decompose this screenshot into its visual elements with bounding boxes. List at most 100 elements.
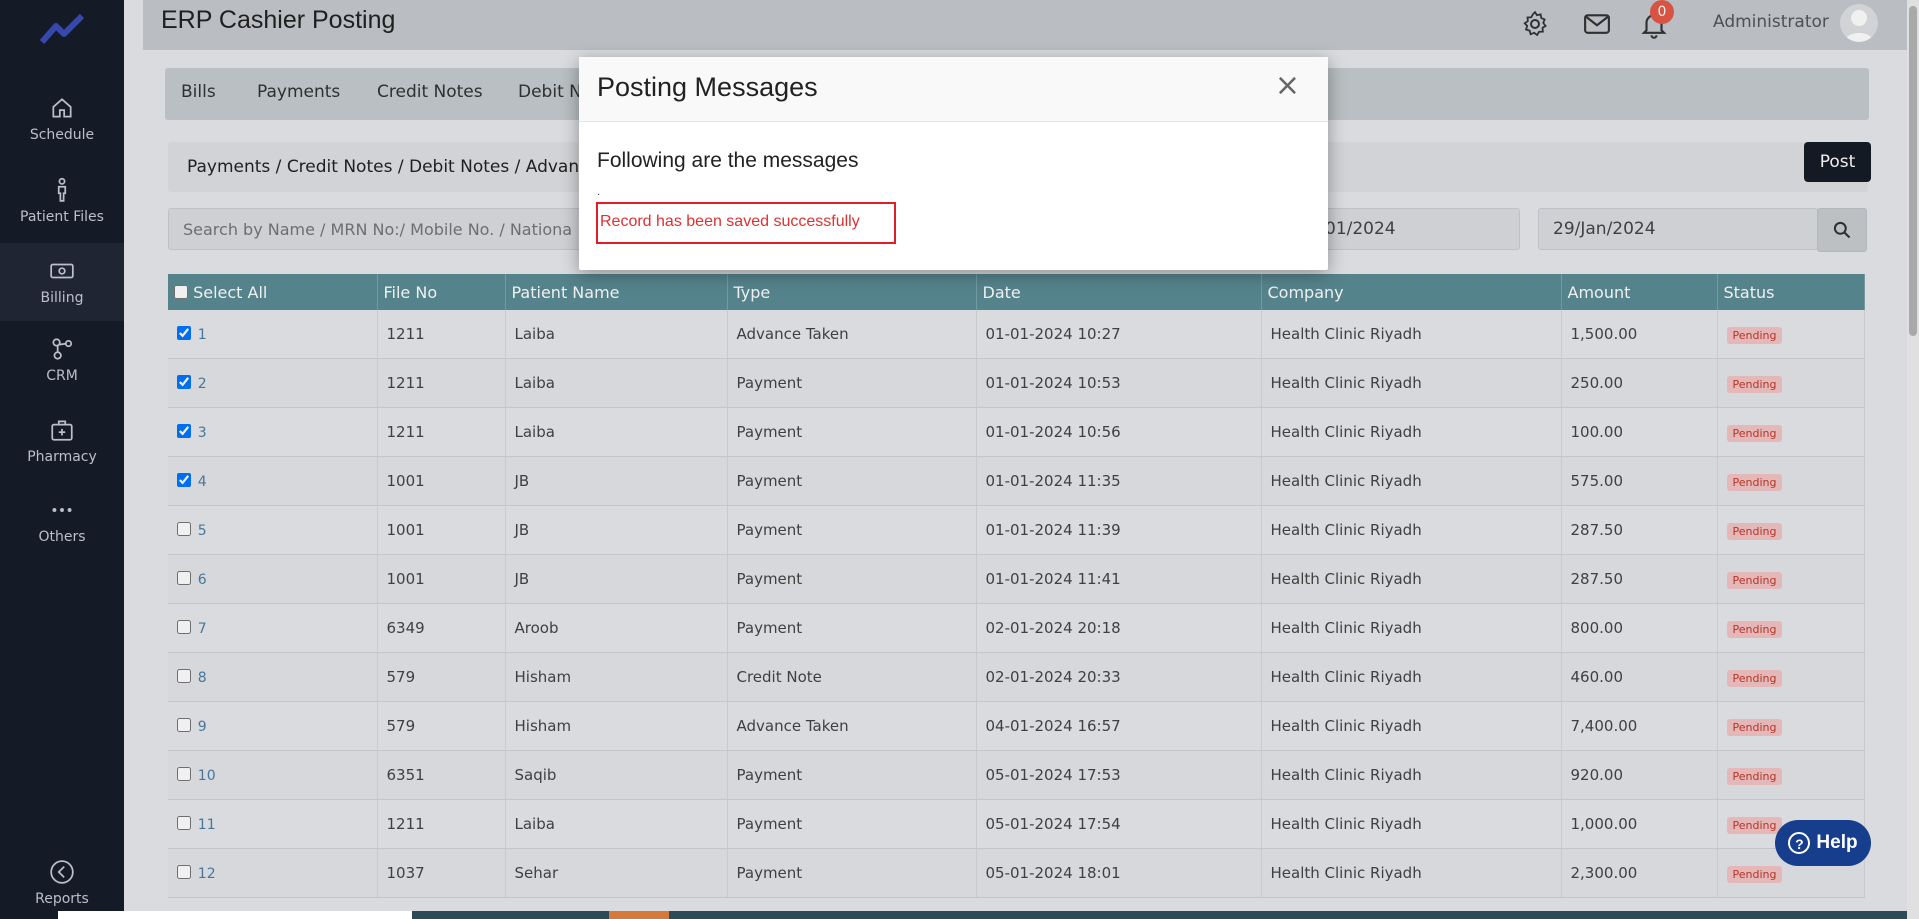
close-icon[interactable]: × (1275, 71, 1300, 101)
table-row[interactable]: 1 1211 Laiba Advance Taken 01-01-2024 10:27 H… (168, 310, 1865, 359)
cell-status: Pending (1717, 701, 1865, 751)
row-number-link[interactable]: 2 (198, 376, 207, 392)
tab-debit-notes[interactable]: Debit N (518, 82, 582, 102)
cell-company: Health Clinic Riyadh (1261, 310, 1562, 359)
table-row[interactable]: 12 1037 Sehar Payment 05-01-2024 18:01 Health… (168, 848, 1865, 898)
page-scrollbar[interactable] (1907, 0, 1919, 919)
header-status[interactable]: Status (1717, 274, 1865, 310)
notification-badge: 0 (1650, 0, 1674, 24)
cell-company: Health Clinic Riyadh (1261, 701, 1562, 751)
date-to-input[interactable] (1538, 208, 1818, 250)
row-checkbox[interactable] (177, 620, 191, 634)
success-message: Record has been saved successfully (596, 202, 896, 244)
cell-type: Payment (727, 603, 977, 653)
sidebar: Schedule Patient Files Billing CRM Pharm… (0, 0, 124, 919)
cell-amount: 1,000.00 (1561, 799, 1718, 849)
table-row[interactable]: 5 1001 JB Payment 01-01-2024 11:39 Health Cli… (168, 505, 1865, 555)
header-patient-name[interactable]: Patient Name (505, 274, 728, 310)
row-select-cell: 3 (168, 407, 378, 457)
logo-icon[interactable] (38, 12, 86, 48)
row-checkbox[interactable] (177, 767, 191, 781)
search-input[interactable] (168, 208, 588, 250)
row-checkbox[interactable] (177, 669, 191, 683)
username-label[interactable]: Administrator (1713, 12, 1829, 32)
sidebar-item-others[interactable]: Others (0, 482, 124, 560)
row-number-link[interactable]: 6 (198, 572, 207, 588)
row-number-link[interactable]: 11 (198, 817, 216, 833)
row-number-link[interactable]: 4 (198, 474, 207, 490)
row-select-cell: 12 (168, 848, 378, 898)
header-amount[interactable]: Amount (1561, 274, 1718, 310)
table-row[interactable]: 2 1211 Laiba Payment 01-01-2024 10:53 Health … (168, 358, 1865, 408)
gear-icon[interactable] (1520, 9, 1550, 39)
cell-file-no: 1211 (377, 799, 506, 849)
date-from-input[interactable] (1310, 208, 1520, 250)
row-checkbox[interactable] (177, 473, 191, 487)
mail-icon[interactable] (1582, 9, 1612, 39)
row-number-link[interactable]: 1 (198, 327, 207, 343)
table-row[interactable]: 7 6349 Aroob Payment 02-01-2024 20:18 Health … (168, 603, 1865, 653)
table-row[interactable]: 6 1001 JB Payment 01-01-2024 11:41 Health Cli… (168, 554, 1865, 604)
table-row[interactable]: 9 579 Hisham Advance Taken 04-01-2024 16:57 H… (168, 701, 1865, 751)
post-button[interactable]: Post (1804, 142, 1871, 182)
avatar[interactable] (1840, 4, 1878, 42)
row-checkbox[interactable] (177, 326, 191, 340)
row-number-link[interactable]: 5 (198, 523, 207, 539)
sidebar-item-label: Patient Files (20, 209, 104, 225)
row-checkbox[interactable] (177, 718, 191, 732)
header-type[interactable]: Type (727, 274, 977, 310)
select-all-checkbox[interactable] (174, 284, 188, 299)
row-number-link[interactable]: 12 (198, 866, 216, 882)
sidebar-item-billing[interactable]: Billing (0, 243, 124, 321)
sidebar-item-patient-files[interactable]: Patient Files (0, 162, 124, 240)
table-row[interactable]: 4 1001 JB Payment 01-01-2024 11:35 Health Cli… (168, 456, 1865, 506)
cell-status: Pending (1717, 407, 1865, 457)
sidebar-item-schedule[interactable]: Schedule (0, 80, 124, 158)
money-icon (50, 263, 74, 279)
table-row[interactable]: 3 1211 Laiba Payment 01-01-2024 10:56 Health … (168, 407, 1865, 457)
row-number-link[interactable]: 9 (198, 719, 207, 735)
cell-date: 01-01-2024 11:39 (976, 505, 1262, 555)
row-checkbox[interactable] (177, 522, 191, 536)
row-select-cell: 9 (168, 701, 378, 751)
row-number-link[interactable]: 7 (198, 621, 207, 637)
row-checkbox[interactable] (177, 424, 191, 438)
table-row[interactable]: 11 1211 Laiba Payment 05-01-2024 17:54 Health… (168, 799, 1865, 849)
header-date[interactable]: Date (976, 274, 1262, 310)
sidebar-item-crm[interactable]: CRM (0, 321, 124, 399)
cell-status: Pending (1717, 456, 1865, 506)
cell-company: Health Clinic Riyadh (1261, 750, 1562, 800)
sidebar-item-pharmacy[interactable]: Pharmacy (0, 402, 124, 480)
row-select-cell: 5 (168, 505, 378, 555)
cell-type: Payment (727, 848, 977, 898)
row-select-cell: 10 (168, 750, 378, 800)
row-checkbox[interactable] (177, 375, 191, 389)
row-checkbox[interactable] (177, 816, 191, 830)
table-row[interactable]: 8 579 Hisham Credit Note 02-01-2024 20:33 Hea… (168, 652, 1865, 702)
row-number-link[interactable]: 3 (198, 425, 207, 441)
cell-patient-name: Saqib (505, 750, 728, 800)
bottom-strip (58, 911, 1907, 919)
sidebar-item-reports[interactable]: Reports (0, 848, 124, 918)
tab-credit-notes[interactable]: Credit Notes (377, 82, 483, 102)
help-button[interactable]: ? Help (1775, 820, 1871, 866)
cell-file-no: 1037 (377, 848, 506, 898)
cell-date: 02-01-2024 20:33 (976, 652, 1262, 702)
tab-payments[interactable]: Payments (257, 82, 340, 102)
header-company[interactable]: Company (1261, 274, 1562, 310)
search-button[interactable] (1817, 208, 1867, 252)
cell-amount: 1,500.00 (1561, 310, 1718, 359)
row-number-link[interactable]: 8 (198, 670, 207, 686)
table-row[interactable]: 10 6351 Saqib Payment 05-01-2024 17:53 Health… (168, 750, 1865, 800)
row-checkbox[interactable] (177, 571, 191, 585)
cell-company: Health Clinic Riyadh (1261, 358, 1562, 408)
cell-date: 01-01-2024 11:35 (976, 456, 1262, 506)
scrollbar-thumb[interactable] (1909, 6, 1917, 336)
tab-bills[interactable]: Bills (181, 82, 216, 102)
row-checkbox[interactable] (177, 865, 191, 879)
header-file-no[interactable]: File No (377, 274, 506, 310)
cell-amount: 7,400.00 (1561, 701, 1718, 751)
row-number-link[interactable]: 10 (198, 768, 216, 784)
modal-subtitle: Following are the messages (597, 149, 859, 172)
sidebar-item-label: Pharmacy (27, 449, 97, 465)
